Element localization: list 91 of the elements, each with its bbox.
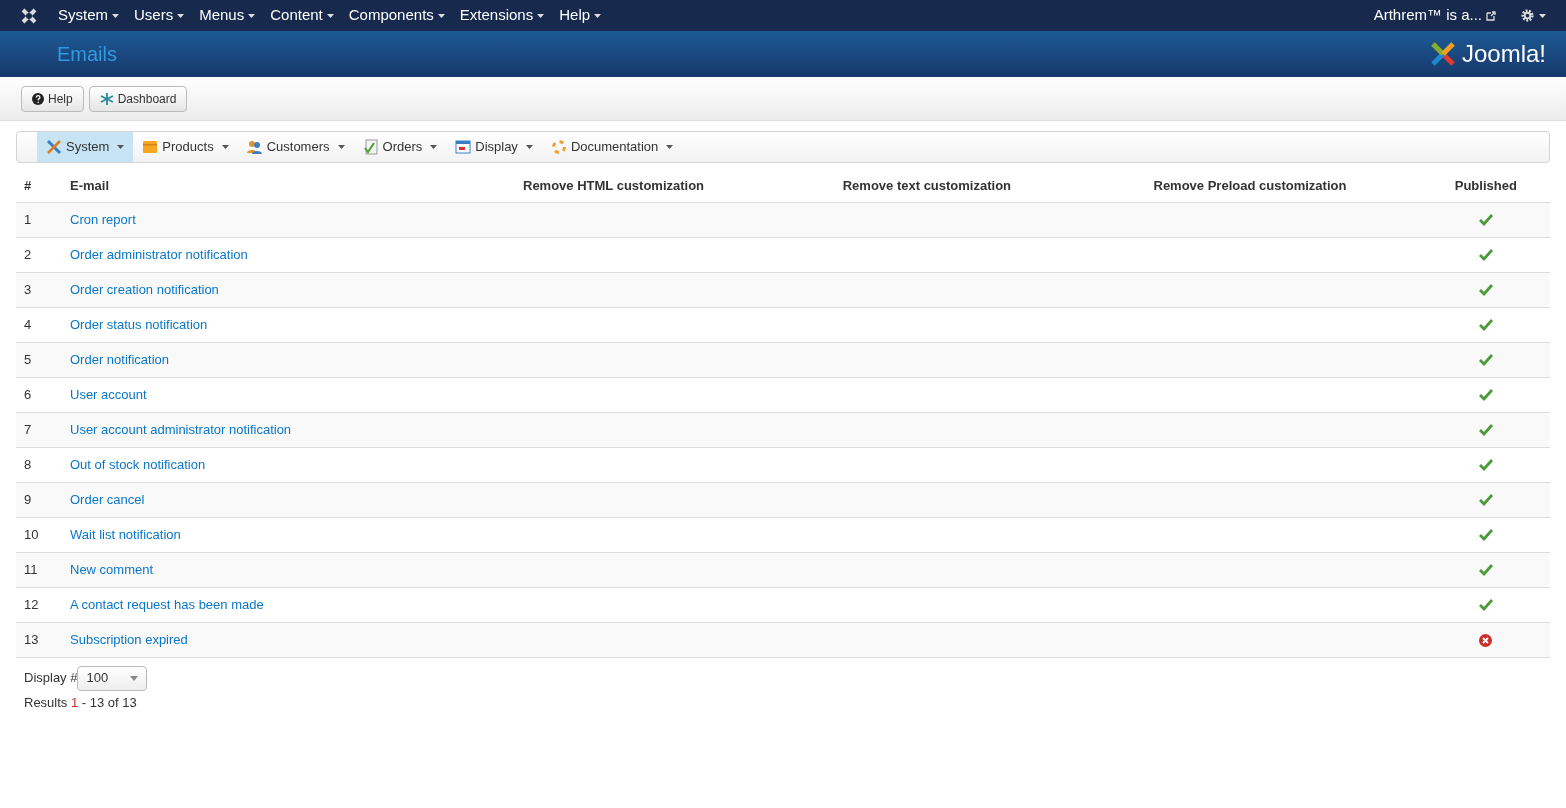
caret-icon: [437, 13, 445, 18]
column-header: Published: [1421, 169, 1550, 202]
column-header: #: [16, 169, 62, 202]
menu-item[interactable]: Users: [134, 4, 185, 27]
caret-icon: [337, 145, 345, 149]
email-link[interactable]: Order administrator notification: [70, 246, 248, 262]
tools-icon: [46, 139, 62, 155]
check-icon[interactable]: [1478, 564, 1493, 577]
check-icon[interactable]: [1478, 424, 1493, 437]
menu-item[interactable]: Content: [270, 4, 334, 27]
results-text: Results 1 - 13 of 13: [23, 693, 138, 712]
email-link[interactable]: A contact request has been made: [70, 596, 264, 612]
email-link[interactable]: User account: [70, 386, 147, 402]
page-title: Emails: [57, 42, 117, 67]
caret-icon: [594, 13, 602, 18]
check-icon[interactable]: [1478, 599, 1493, 612]
email-link[interactable]: Order status notification: [70, 316, 208, 332]
cross-icon[interactable]: [1479, 633, 1493, 647]
email-link[interactable]: Order notification: [70, 351, 169, 367]
caret-icon: [537, 13, 545, 18]
check-icon[interactable]: [1478, 284, 1493, 297]
email-link[interactable]: New comment: [70, 561, 154, 577]
column-header: E-mail: [62, 169, 452, 202]
submenu-item[interactable]: Customers: [237, 132, 354, 162]
email-link[interactable]: Subscription expired: [70, 631, 188, 647]
caret-icon: [117, 145, 125, 149]
caret-icon: [1539, 13, 1546, 18]
email-link[interactable]: Order cancel: [70, 491, 145, 507]
box-icon: [142, 139, 159, 155]
caret-icon: [666, 145, 674, 149]
email-link[interactable]: Cron report: [70, 211, 136, 227]
email-link[interactable]: Out of stock notification: [70, 456, 206, 472]
row-number: 9: [16, 482, 62, 517]
check-icon[interactable]: [1478, 529, 1493, 542]
menu-item[interactable]: Extensions: [459, 4, 545, 27]
column-header: Remove HTML customization: [451, 169, 776, 202]
settings-icon[interactable]: [1520, 8, 1535, 23]
people-icon: [246, 139, 263, 155]
submenu-item[interactable]: System: [37, 132, 134, 162]
caret-icon: [430, 145, 438, 149]
dashboard-button[interactable]: Dashboard: [88, 85, 188, 112]
row-number: 11: [16, 552, 62, 587]
menu-item[interactable]: System: [58, 4, 119, 27]
row-number: 8: [16, 447, 62, 482]
caret-icon: [221, 145, 229, 149]
row-number: 3: [16, 272, 62, 307]
submenu-item[interactable]: Products: [133, 132, 238, 162]
external-link-icon: [1486, 10, 1496, 21]
menu-item[interactable]: Components: [348, 4, 445, 27]
check-icon[interactable]: [1478, 494, 1493, 507]
row-number: 13: [16, 622, 62, 657]
row-number: 2: [16, 237, 62, 272]
check-icon[interactable]: [1478, 214, 1493, 227]
email-link[interactable]: User account administrator notification: [70, 421, 292, 437]
row-number: 6: [16, 377, 62, 412]
check-icon[interactable]: [1478, 354, 1493, 367]
window-icon: [455, 139, 472, 155]
email-link[interactable]: Order creation notification: [70, 281, 219, 297]
column-header: Remove text customization: [775, 169, 1079, 202]
asterisk-icon: [99, 91, 114, 106]
caret-icon: [177, 13, 185, 18]
check-icon[interactable]: [1478, 459, 1493, 472]
submenu-item[interactable]: Display: [446, 132, 542, 162]
row-number: 4: [16, 307, 62, 342]
column-header: Remove Preload customization: [1078, 169, 1422, 202]
menu-item[interactable]: Menus: [199, 4, 256, 27]
caret-icon: [525, 145, 533, 149]
caret-icon: [112, 13, 119, 18]
check-icon[interactable]: [1478, 389, 1493, 402]
row-number: 7: [16, 412, 62, 447]
caret-icon: [248, 13, 256, 18]
caret-icon: [326, 13, 334, 18]
row-number: 5: [16, 342, 62, 377]
site-link[interactable]: Arthrem™ is a...: [1373, 4, 1482, 27]
display-select[interactable]: 100: [77, 665, 148, 691]
display-label: Display #: [24, 669, 78, 688]
menu-item[interactable]: Help: [559, 4, 602, 27]
check-icon[interactable]: [1478, 319, 1493, 332]
row-number: 1: [16, 202, 62, 237]
help-button[interactable]: Help: [21, 85, 84, 112]
help-icon: [32, 92, 44, 105]
check-icon[interactable]: [1478, 249, 1493, 262]
lifebuoy-icon: [550, 139, 567, 155]
submenu-item[interactable]: Documentation: [541, 132, 683, 162]
document-icon: [362, 139, 379, 155]
email-link[interactable]: Wait list notification: [70, 526, 181, 542]
row-number: 10: [16, 517, 62, 552]
submenu-item[interactable]: Orders: [353, 132, 447, 162]
caret-icon: [130, 675, 139, 681]
logo-text: Joomla!: [1461, 39, 1546, 69]
row-number: 12: [16, 587, 62, 622]
